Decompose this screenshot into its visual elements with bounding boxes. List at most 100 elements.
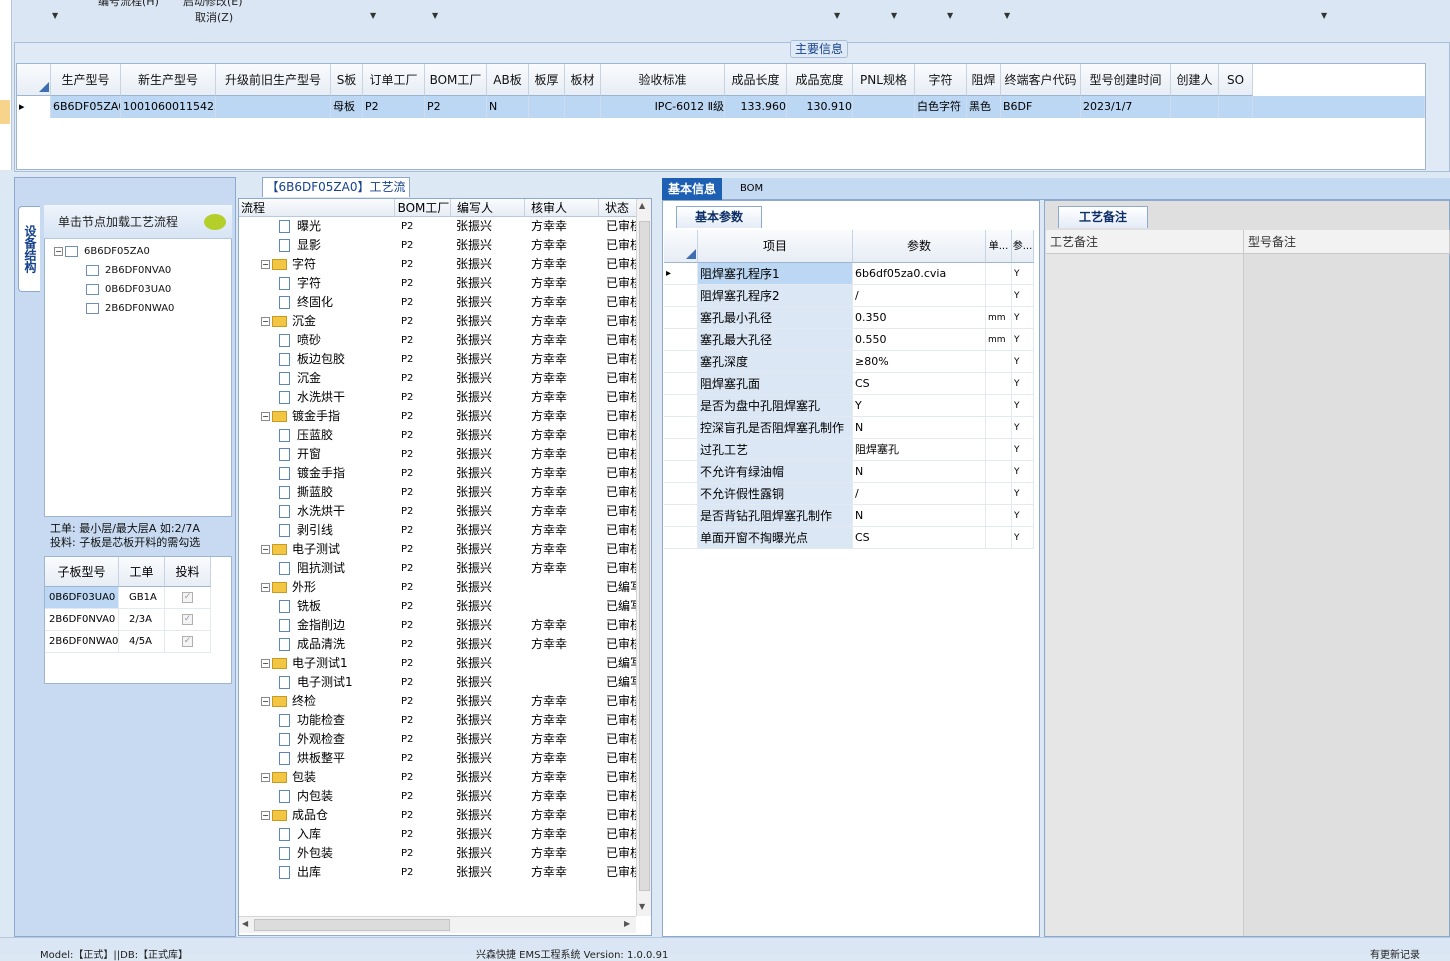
- col-sub-model[interactable]: 子板型号: [45, 557, 119, 587]
- param-value-cell[interactable]: N: [853, 461, 986, 483]
- main-info-grid[interactable]: 生产型号 新生产型号 升级前旧生产型号 S板 订单工厂 BOM工厂 AB板 板厚 板材 验收标准成…: [16, 63, 1426, 170]
- param-row[interactable]: 不允许假性露铜 / Y: [664, 483, 1038, 505]
- tab-device-structure[interactable]: 设备结构: [18, 206, 40, 292]
- tree-root[interactable]: − 6B6DF05ZA0: [54, 245, 150, 259]
- checkbox-icon[interactable]: ✓: [182, 635, 193, 647]
- flow-name-cell[interactable]: − 镀金手指: [261, 407, 340, 426]
- hscroll-thumb[interactable]: [254, 919, 450, 931]
- sub-model-cell[interactable]: 2B6DF0NVA0: [45, 609, 119, 631]
- main-cell[interactable]: 2023/1/7: [1081, 96, 1171, 118]
- tab-bom[interactable]: BOM: [734, 178, 769, 200]
- flow-name-cell[interactable]: 喷砂: [279, 331, 321, 350]
- dropdown-arrow-icon[interactable]: ▼: [947, 11, 953, 20]
- main-cell[interactable]: 白色字符: [915, 96, 967, 118]
- param-row[interactable]: 阻焊塞孔面 CS Y: [664, 373, 1038, 395]
- tab-basic-params[interactable]: 基本参数: [676, 206, 762, 228]
- collapse-icon[interactable]: −: [261, 773, 270, 782]
- flow-row[interactable]: 撕蓝胶 P2 张振兴 方幸幸 已审核: [239, 483, 637, 502]
- order-cell[interactable]: 4/5A: [119, 631, 165, 653]
- col-flow[interactable]: 流程: [239, 199, 395, 217]
- col-header[interactable]: PNL规格: [853, 64, 915, 96]
- flow-name-cell[interactable]: − 电子测试: [261, 540, 340, 559]
- flow-name-cell[interactable]: 曝光: [279, 217, 321, 236]
- feed-checkbox[interactable]: ✓: [165, 631, 211, 653]
- param-value-cell[interactable]: 6b6df05za0.cvia: [853, 263, 986, 285]
- tree-node[interactable]: 2B6DF0NWA0: [86, 302, 174, 316]
- flow-row[interactable]: 终固化 P2 张振兴 方幸幸 已审核: [239, 293, 637, 312]
- sub-model-cell[interactable]: 2B6DF0NWA0: [45, 631, 119, 653]
- col-header[interactable]: SO: [1219, 64, 1253, 96]
- flow-row[interactable]: − 电子测试 P2 张振兴 方幸幸 已审核: [239, 540, 637, 559]
- col-model-note[interactable]: 型号备注: [1244, 230, 1450, 254]
- param-flag-cell[interactable]: Y: [1012, 373, 1034, 395]
- collapse-icon[interactable]: −: [261, 583, 270, 592]
- main-cell[interactable]: [529, 96, 565, 118]
- param-item-cell[interactable]: 塞孔最大孔径: [698, 329, 853, 351]
- param-unit-cell[interactable]: [986, 395, 1012, 417]
- dropdown-arrow-icon[interactable]: ▼: [1004, 11, 1010, 20]
- flow-name-cell[interactable]: − 成品仓: [261, 806, 328, 825]
- param-unit-cell[interactable]: [986, 439, 1012, 461]
- scroll-down-icon[interactable]: ▼: [639, 902, 645, 911]
- param-unit-cell[interactable]: [986, 351, 1012, 373]
- collapse-icon[interactable]: −: [261, 697, 270, 706]
- flow-name-cell[interactable]: 功能检查: [279, 711, 345, 730]
- flow-row[interactable]: 入库 P2 张振兴 方幸幸 已审核: [239, 825, 637, 844]
- collapse-icon[interactable]: −: [261, 412, 270, 421]
- param-value-cell[interactable]: /: [853, 285, 986, 307]
- main-cell[interactable]: P2: [425, 96, 487, 118]
- param-item-cell[interactable]: 塞孔最小孔径: [698, 307, 853, 329]
- flow-name-cell[interactable]: 出库: [279, 863, 321, 882]
- col-feed[interactable]: 投料: [165, 557, 211, 587]
- feed-checkbox[interactable]: ✓: [165, 587, 211, 609]
- dropdown-arrow-icon[interactable]: ▼: [1321, 11, 1327, 20]
- toolbar-item-cancel[interactable]: 取消(Z): [195, 9, 233, 25]
- collapse-icon[interactable]: −: [261, 659, 270, 668]
- col-status[interactable]: 状态: [599, 199, 637, 217]
- param-row[interactable]: 过孔工艺 阻焊塞孔 Y: [664, 439, 1038, 461]
- flow-row[interactable]: − 镀金手指 P2 张振兴 方幸幸 已审核: [239, 407, 637, 426]
- flow-name-cell[interactable]: − 包装: [261, 768, 316, 787]
- flow-name-cell[interactable]: 外包装: [279, 844, 333, 863]
- param-value-cell[interactable]: N: [853, 417, 986, 439]
- col-header[interactable]: 验收标准: [601, 64, 725, 96]
- param-item-cell[interactable]: 过孔工艺: [698, 439, 853, 461]
- process-note-body[interactable]: [1046, 254, 1244, 936]
- flow-row[interactable]: 功能检查 P2 张振兴 方幸幸 已审核: [239, 711, 637, 730]
- main-cell[interactable]: 黑色: [967, 96, 1001, 118]
- param-flag-cell[interactable]: Y: [1012, 351, 1034, 373]
- main-cell[interactable]: B6DF: [1001, 96, 1081, 118]
- param-item-cell[interactable]: 是否为盘中孔阻焊塞孔: [698, 395, 853, 417]
- main-cell[interactable]: [1219, 96, 1253, 118]
- col-item[interactable]: 项目: [698, 230, 853, 263]
- flow-name-cell[interactable]: 成品清洗: [279, 635, 345, 654]
- col-unit[interactable]: 单...: [986, 230, 1012, 263]
- flow-row[interactable]: 镀金手指 P2 张振兴 方幸幸 已审核: [239, 464, 637, 483]
- tree-node[interactable]: 2B6DF0NVA0: [86, 264, 171, 278]
- flow-row[interactable]: − 终检 P2 张振兴 方幸幸 已审核: [239, 692, 637, 711]
- col-order[interactable]: 工单: [119, 557, 165, 587]
- collapse-icon[interactable]: −: [261, 260, 270, 269]
- flow-name-cell[interactable]: − 字符: [261, 255, 316, 274]
- tab-process-notes[interactable]: 工艺备注: [1058, 206, 1148, 228]
- main-cell[interactable]: [216, 96, 331, 118]
- flow-name-cell[interactable]: 字符: [279, 274, 321, 293]
- flow-row[interactable]: 电子测试1 P2 张振兴 已编写: [239, 673, 637, 692]
- flow-name-cell[interactable]: 烘板整平: [279, 749, 345, 768]
- param-item-cell[interactable]: 不允许有绿油帽: [698, 461, 853, 483]
- flow-row[interactable]: − 成品仓 P2 张振兴 方幸幸 已审核: [239, 806, 637, 825]
- flow-row[interactable]: 曝光 P2 张振兴 方幸幸 已审核: [239, 217, 637, 236]
- scroll-right-icon[interactable]: ▶: [624, 919, 630, 928]
- param-row[interactable]: 塞孔深度 ≥80% Y: [664, 351, 1038, 373]
- flow-row[interactable]: 金指削边 P2 张振兴 方幸幸 已审核: [239, 616, 637, 635]
- param-item-cell[interactable]: 塞孔深度: [698, 351, 853, 373]
- flow-row[interactable]: 字符 P2 张振兴 方幸幸 已审核: [239, 274, 637, 293]
- flow-name-cell[interactable]: 阻抗测试: [279, 559, 345, 578]
- param-value-cell[interactable]: N: [853, 505, 986, 527]
- main-cell[interactable]: [565, 96, 601, 118]
- param-flag-cell[interactable]: Y: [1012, 263, 1034, 285]
- scroll-left-icon[interactable]: ◀: [242, 919, 248, 928]
- feed-checkbox[interactable]: ✓: [165, 609, 211, 631]
- param-value-cell[interactable]: /: [853, 483, 986, 505]
- param-flag-cell[interactable]: Y: [1012, 527, 1034, 549]
